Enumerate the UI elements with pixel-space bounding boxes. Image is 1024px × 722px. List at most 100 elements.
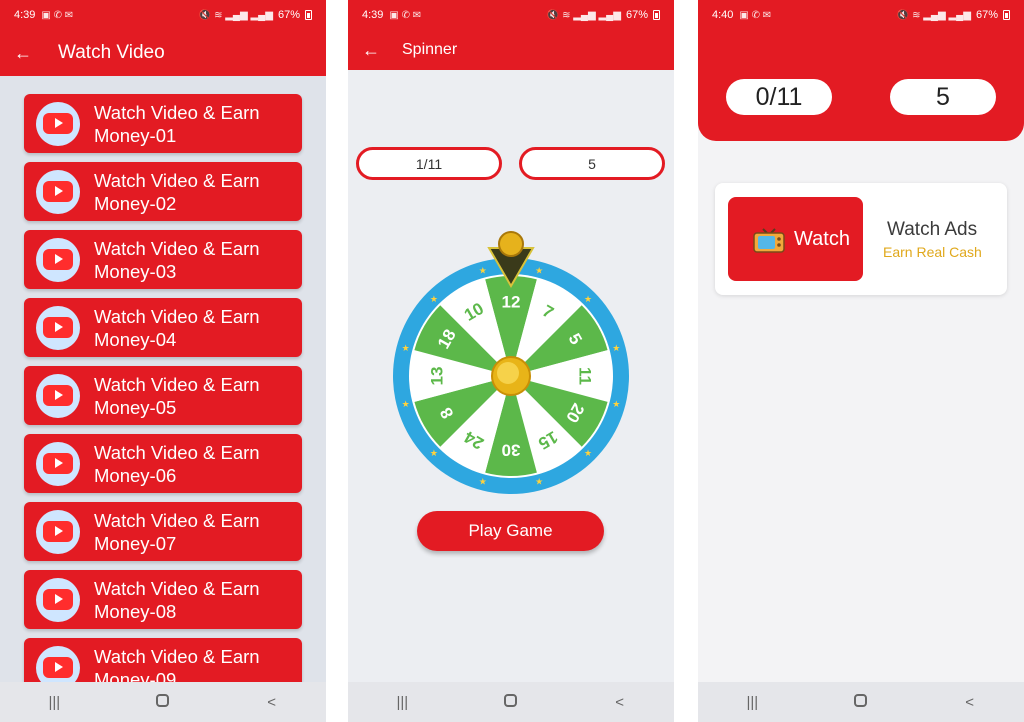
coin-highlight — [497, 362, 519, 384]
nav-back-icon[interactable]: < — [600, 694, 640, 711]
watch-ads-card: Watch Watch Ads Earn Real Cash — [715, 183, 1007, 295]
rim-star-icon: ★ — [535, 476, 543, 486]
youtube-play-icon — [43, 453, 73, 474]
watch-button-label: Watch — [794, 227, 850, 250]
signal-icons: 🔇 ≋ ▂▄▆ ▂▄▆ — [896, 9, 971, 21]
rim-star-icon: ★ — [612, 399, 620, 409]
arrow-left-icon[interactable]: ← — [0, 43, 36, 64]
rim-star-icon: ★ — [535, 266, 543, 276]
tv-icon — [753, 228, 785, 253]
video-thumb — [36, 305, 80, 350]
video-thumb — [36, 101, 80, 146]
battery-percent: 67% — [277, 9, 300, 21]
status-time: 4:39 — [14, 9, 36, 21]
spin-wheel[interactable]: 12 7 5 11 20 15 30 24 8 13 18 10 ★ ★ ★ ★ ★ ★ ★ ★ ★ ★ ★ ★ — [390, 228, 632, 498]
home-icon[interactable] — [143, 693, 183, 711]
video-list-item[interactable]: Watch Video & Earn Money-01 — [24, 94, 302, 153]
play-game-button[interactable]: Play Game — [417, 511, 604, 551]
video-list-item[interactable]: Watch Video & Earn Money-02 — [24, 162, 302, 221]
video-thumb — [36, 441, 80, 486]
app-bar: ← Watch Video — [0, 30, 326, 76]
video-list-item[interactable]: Watch Video & Earn Money-08 — [24, 570, 302, 629]
video-list: Watch Video & Earn Money-01 Watch Video … — [24, 94, 302, 706]
system-nav-bar: ||| < — [0, 682, 326, 722]
home-icon[interactable] — [491, 693, 531, 711]
points-counter: 5 — [519, 147, 665, 180]
app-bar: ← Spinner — [348, 30, 674, 70]
youtube-play-icon — [43, 113, 73, 134]
video-list-item[interactable]: Watch Video & Earn Money-03 — [24, 230, 302, 289]
rim-star-icon: ★ — [430, 294, 438, 304]
video-item-label: Watch Video & Earn Money-03 — [94, 237, 260, 282]
pointer-crown — [498, 231, 524, 257]
status-bar: 4:39 ▣ ✆ ✉ 🔇 ≋ ▂▄▆ ▂▄▆ 67% — [348, 0, 674, 30]
phone-screen-spinner: 4:39 ▣ ✆ ✉ 🔇 ≋ ▂▄▆ ▂▄▆ 67% ← Spinner 1/1… — [348, 0, 674, 722]
video-list-item[interactable]: Watch Video & Earn Money-07 — [24, 502, 302, 561]
status-bar: 4:40 ▣ ✆ ✉ 🔇 ≋ ▂▄▆ ▂▄▆ 67% — [698, 0, 1024, 30]
video-item-label: Watch Video & Earn Money-01 — [94, 101, 260, 146]
signal-icons: 🔇 ≋ ▂▄▆ ▂▄▆ — [546, 9, 621, 21]
phone-screen-watch-video: 4:39 ▣ ✆ ✉ 🔇 ≋ ▂▄▆ ▂▄▆ 67% ← Watch Video… — [0, 0, 326, 722]
notification-icons: ▣ ✆ ✉ — [41, 9, 74, 21]
recent-apps-icon[interactable]: ||| — [34, 694, 74, 711]
watch-ad-button[interactable]: Watch — [728, 197, 863, 281]
status-time: 4:40 — [712, 9, 734, 21]
video-item-label: Watch Video & Earn Money-07 — [94, 509, 260, 554]
notification-icons: ▣ ✆ ✉ — [389, 9, 422, 21]
video-list-item[interactable]: Watch Video & Earn Money-04 — [24, 298, 302, 357]
rim-star-icon: ★ — [402, 399, 410, 409]
battery-percent: 67% — [975, 9, 998, 21]
status-bar: 4:39 ▣ ✆ ✉ 🔇 ≋ ▂▄▆ ▂▄▆ 67% — [0, 0, 326, 30]
page-title: Watch Video — [58, 42, 165, 63]
wheel-value-label: 13 — [428, 367, 447, 386]
youtube-play-icon — [43, 589, 73, 610]
youtube-play-icon — [43, 249, 73, 270]
system-nav-bar: ||| < — [348, 682, 674, 722]
signal-icons: 🔇 ≋ ▂▄▆ ▂▄▆ — [198, 9, 273, 21]
wheel-value-label: 11 — [576, 367, 595, 385]
rim-star-icon: ★ — [479, 476, 487, 486]
video-list-item[interactable]: Watch Video & Earn Money-06 — [24, 434, 302, 493]
youtube-play-icon — [43, 317, 73, 338]
header-panel: 4:40 ▣ ✆ ✉ 🔇 ≋ ▂▄▆ ▂▄▆ 67% 0/11 5 — [698, 0, 1024, 141]
youtube-play-icon — [43, 181, 73, 202]
rim-star-icon: ★ — [584, 294, 592, 304]
video-thumb — [36, 509, 80, 554]
rim-star-icon: ★ — [612, 343, 620, 353]
rim-star-icon: ★ — [584, 448, 592, 458]
video-item-label: Watch Video & Earn Money-06 — [94, 441, 260, 486]
phone-screen-watch-ads: 4:40 ▣ ✆ ✉ 🔇 ≋ ▂▄▆ ▂▄▆ 67% 0/11 5 Watch — [698, 0, 1024, 722]
spin-progress-counter: 1/11 — [356, 147, 502, 180]
nav-back-icon[interactable]: < — [252, 694, 292, 711]
video-thumb — [36, 577, 80, 622]
recent-apps-icon[interactable]: ||| — [382, 694, 422, 711]
rim-star-icon: ★ — [479, 266, 487, 276]
arrow-left-icon[interactable]: ← — [348, 40, 384, 61]
video-thumb — [36, 237, 80, 282]
home-icon[interactable] — [841, 693, 881, 711]
youtube-play-icon — [43, 657, 73, 678]
nav-back-icon[interactable]: < — [950, 694, 990, 711]
status-time: 4:39 — [362, 9, 384, 21]
battery-icon — [653, 10, 660, 20]
ads-progress-counter: 0/11 — [726, 79, 832, 115]
notification-icons: ▣ ✆ ✉ — [739, 9, 772, 21]
system-nav-bar: ||| < — [698, 682, 1024, 722]
video-item-label: Watch Video & Earn Money-05 — [94, 373, 260, 418]
spin-wheel-graphic: 12 7511201530248131810★★★★★★★★★★★★ — [393, 231, 629, 494]
rim-star-icon: ★ — [430, 448, 438, 458]
video-item-label: Watch Video & Earn Money-04 — [94, 305, 260, 350]
wheel-value-label: 12 — [502, 293, 521, 312]
wheel-value-label: 30 — [502, 441, 521, 460]
video-item-label: Watch Video & Earn Money-08 — [94, 577, 260, 622]
battery-icon — [305, 10, 312, 20]
battery-percent: 67% — [625, 9, 648, 21]
rim-star-icon: ★ — [402, 343, 410, 353]
video-thumb — [36, 169, 80, 214]
video-list-item[interactable]: Watch Video & Earn Money-05 — [24, 366, 302, 425]
video-item-label: Watch Video & Earn Money-02 — [94, 169, 260, 214]
youtube-play-icon — [43, 521, 73, 542]
page-title: Spinner — [402, 41, 458, 58]
recent-apps-icon[interactable]: ||| — [732, 694, 772, 711]
ads-subtitle: Earn Real Cash — [883, 244, 982, 260]
